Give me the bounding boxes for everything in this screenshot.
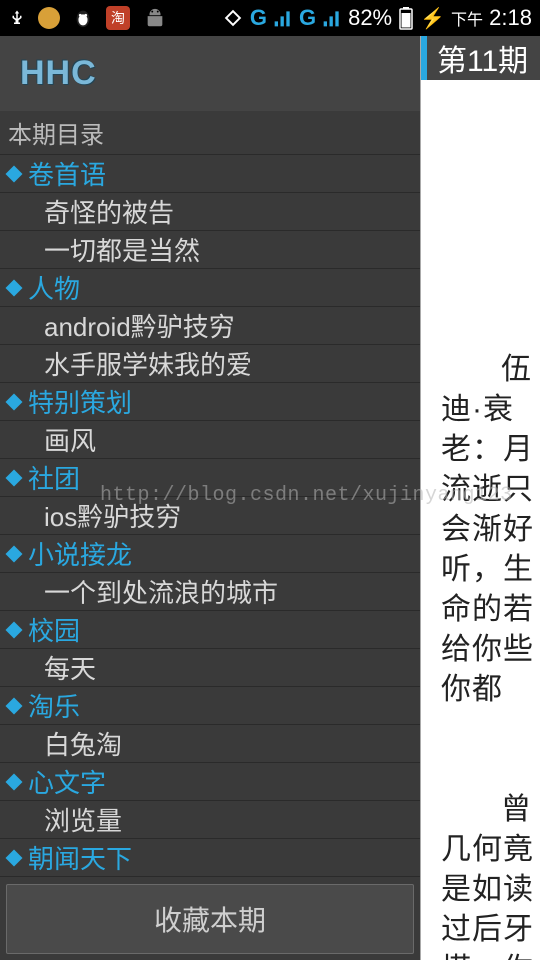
sidebar-drawer: HHC 本期目录 卷首语奇怪的被告一切都是当然人物android黔驴技穷水手服学… bbox=[0, 36, 420, 960]
toc-article[interactable]: 画风 bbox=[0, 421, 420, 459]
taobao-icon: 淘 bbox=[106, 6, 130, 30]
toc-section[interactable]: 朝闻天下 bbox=[0, 839, 420, 877]
toc-section-title: 人物 bbox=[28, 269, 80, 306]
diamond-icon bbox=[6, 621, 23, 638]
toc-section[interactable]: 校园 bbox=[0, 611, 420, 649]
uc-browser-icon bbox=[38, 7, 60, 29]
toc-section-title: 校园 bbox=[28, 611, 80, 648]
toc-section-title: 卷首语 bbox=[28, 155, 106, 192]
toc-article[interactable]: ios黔驴技穷 bbox=[0, 497, 420, 535]
diamond-icon bbox=[6, 697, 23, 714]
toc-article[interactable]: 奇怪的被告 bbox=[0, 193, 420, 231]
issue-title: 第11期 bbox=[421, 36, 540, 80]
battery-icon bbox=[398, 6, 414, 30]
toc-article[interactable]: 白兔淘 bbox=[0, 725, 420, 763]
diamond-icon bbox=[6, 393, 23, 410]
toc-section[interactable]: 社团 bbox=[0, 459, 420, 497]
toc-section[interactable]: 小说接龙 bbox=[0, 535, 420, 573]
toc-section-title: 朝闻天下 bbox=[28, 839, 132, 876]
toc-section-title: 特别策划 bbox=[28, 383, 132, 420]
diamond-icon bbox=[6, 545, 23, 562]
signal-icon-1 bbox=[273, 8, 293, 28]
toc-section[interactable]: 心文字 bbox=[0, 763, 420, 801]
toc-section-title: 社团 bbox=[28, 459, 80, 496]
status-time: 下午 2:18 bbox=[451, 5, 532, 31]
article-paragraph: 曾几何竟是如读过后牙塔。你所愿新生说 bbox=[441, 790, 540, 960]
collect-issue-button[interactable]: 收藏本期 bbox=[6, 884, 414, 954]
app-container: HHC 本期目录 卷首语奇怪的被告一切都是当然人物android黔驴技穷水手服学… bbox=[0, 36, 540, 960]
toc-section-title: 淘乐 bbox=[28, 687, 80, 724]
toc-section-title: 小说接龙 bbox=[28, 535, 132, 572]
toc-article[interactable]: 浏览量 bbox=[0, 801, 420, 839]
network-type-2: G bbox=[299, 5, 316, 31]
android-status-bar: 淘 G G 82% ⚡ 下午 2:18 bbox=[0, 0, 540, 36]
diamond-icon bbox=[6, 165, 23, 182]
toc-article[interactable]: 一切都是当然 bbox=[0, 231, 420, 269]
charging-icon: ⚡ bbox=[420, 6, 445, 31]
bottom-button-wrap: 收藏本期 bbox=[0, 878, 420, 960]
article-body[interactable]: 伍迪·衰老：月流逝只会渐好听，生命的若给你些你都 曾几何竟是如读过后牙塔。你所愿… bbox=[421, 80, 540, 960]
toc-section[interactable]: 卷首语 bbox=[0, 155, 420, 193]
toc-title: 本期目录 bbox=[0, 111, 420, 155]
usb-icon bbox=[8, 7, 26, 29]
qq-icon bbox=[72, 5, 94, 31]
toc-section[interactable]: 特别策划 bbox=[0, 383, 420, 421]
app-header: HHC bbox=[0, 36, 420, 111]
signal-icon-2 bbox=[322, 8, 342, 28]
content-pane[interactable]: 第11期 伍迪·衰老：月流逝只会渐好听，生命的若给你些你都 曾几何竟是如读过后牙… bbox=[420, 36, 540, 960]
diamond-icon bbox=[6, 279, 23, 296]
diamond-icon bbox=[6, 849, 23, 866]
diamond-icon bbox=[6, 469, 23, 486]
toc-list[interactable]: 卷首语奇怪的被告一切都是当然人物android黔驴技穷水手服学妹我的爱特别策划画… bbox=[0, 155, 420, 878]
article-paragraph: 伍迪·衰老：月流逝只会渐好听，生命的若给你些你都 bbox=[441, 350, 540, 710]
toc-article[interactable]: 水手服学妹我的爱 bbox=[0, 345, 420, 383]
android-icon bbox=[142, 7, 168, 29]
toc-article[interactable]: 一个到处流浪的城市 bbox=[0, 573, 420, 611]
toc-section[interactable]: 人物 bbox=[0, 269, 420, 307]
app-logo: HHC bbox=[20, 54, 97, 93]
toc-article[interactable]: 每天 bbox=[0, 649, 420, 687]
wifi-icon bbox=[222, 7, 244, 29]
network-type-1: G bbox=[250, 5, 267, 31]
diamond-icon bbox=[6, 773, 23, 790]
toc-section[interactable]: 淘乐 bbox=[0, 687, 420, 725]
battery-percentage: 82% bbox=[348, 5, 392, 31]
toc-section-title: 心文字 bbox=[28, 763, 106, 800]
toc-article[interactable]: android黔驴技穷 bbox=[0, 307, 420, 345]
